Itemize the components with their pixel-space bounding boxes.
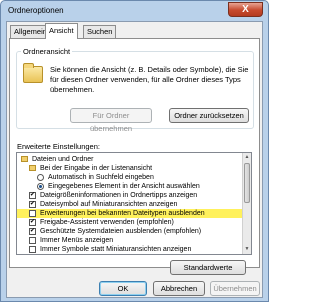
scroll-up-icon[interactable]: ▲: [243, 153, 251, 162]
window-title: Ordneroptionen: [8, 6, 64, 15]
reset-folders-button[interactable]: Ordner zurücksetzen: [169, 108, 249, 123]
checkbox[interactable]: ✔: [29, 228, 36, 235]
tab-panel-ansicht: Ordneransicht Sie können die Ansicht (z.…: [9, 38, 260, 275]
tree-item[interactable]: Automatisch in Suchfeld eingeben: [17, 173, 244, 182]
tree-item[interactable]: Eingegebenes Element in der Ansicht ausw…: [17, 182, 244, 191]
checkbox[interactable]: ✔: [29, 219, 36, 226]
tree-item[interactable]: ✔ Dateigrößeninformationen in Ordnertipps…: [17, 191, 244, 200]
tree-item-label: Automatisch in Suchfeld eingeben: [48, 174, 154, 181]
tree-item: Bei der Eingabe in der Listenansicht: [17, 164, 244, 173]
vertical-scrollbar[interactable]: ▲ ▼: [242, 153, 251, 254]
apply-button[interactable]: Übernehmen: [210, 281, 260, 296]
cancel-button[interactable]: Abbrechen: [153, 281, 205, 296]
tree-item[interactable]: Immer Menüs anzeigen: [17, 236, 244, 245]
folder-icon: [21, 156, 28, 162]
radio-button[interactable]: [37, 174, 44, 181]
checkbox[interactable]: [29, 210, 36, 217]
tree-item-label: Dateigrößeninformationen in Ordnertipps …: [40, 192, 198, 199]
tree-item[interactable]: ✔ Geschützte Systemdateien ausblenden (em…: [17, 227, 244, 236]
folder-view-group-title: Ordneransicht: [23, 47, 71, 56]
folder-icon: [23, 63, 43, 83]
tree-item-label: Freigabe-Assistent verwenden (empfohlen): [40, 219, 174, 226]
tree-item[interactable]: ✔ Dateisymbol auf Miniaturansichten anzei…: [17, 200, 244, 209]
tree-item[interactable]: Kontrollkästchen zur Auswahl von Element…: [17, 254, 244, 255]
radio-button[interactable]: [37, 183, 44, 190]
tree-item-label: Immer Symbole statt Miniaturansichten an…: [40, 246, 192, 253]
advanced-settings-label: Erweiterte Einstellungen:: [17, 142, 100, 151]
dialog-client-area: Allgemein Ansicht Suchen Ordneransicht S…: [6, 21, 263, 298]
tree-item-label: Eingegebenes Element in der Ansicht ausw…: [48, 183, 200, 190]
dialog-window: Ordneroptionen X Allgemein Ansicht Suche…: [0, 0, 269, 302]
folder-icon: [29, 165, 36, 171]
tree-item-label: Dateisymbol auf Miniaturansichten anzeig…: [40, 201, 178, 208]
tree-item-label: Geschützte Systemdateien ausblenden (emp…: [40, 228, 202, 235]
tab-ansicht[interactable]: Ansicht: [45, 23, 78, 39]
tab-suchen[interactable]: Suchen: [83, 25, 117, 38]
tree-item[interactable]: Immer Symbole statt Miniaturansichten an…: [17, 245, 244, 254]
checkbox[interactable]: [29, 237, 36, 244]
advanced-settings-tree[interactable]: Dateien und Ordner Bei der Eingabe in der…: [16, 152, 252, 255]
tree-item-label: Dateien und Ordner: [32, 156, 94, 163]
tree-item-label: Bei der Eingabe in der Listenansicht: [40, 165, 153, 172]
apply-to-folders-button[interactable]: Für Ordner übernehmen: [70, 108, 152, 133]
checkbox[interactable]: ✔: [29, 201, 36, 208]
folder-view-group: Ordneransicht Sie können die Ansicht (z.…: [16, 47, 254, 133]
tree-item-label: Erweiterungen bei bekannten Dateitypen a…: [40, 210, 205, 217]
tree-item-label: Kontrollkästchen zur Auswahl von Element…: [40, 254, 216, 255]
tree-item: Dateien und Ordner: [17, 155, 244, 164]
tree-item[interactable]: ✔ Freigabe-Assistent verwenden (empfohlen…: [17, 218, 244, 227]
tree-item[interactable]: Erweiterungen bei bekannten Dateitypen a…: [17, 209, 244, 218]
close-button[interactable]: X: [228, 2, 263, 17]
scroll-down-icon[interactable]: ▼: [243, 245, 251, 254]
checkbox[interactable]: ✔: [29, 192, 36, 199]
tree-item-label: Immer Menüs anzeigen: [40, 237, 114, 244]
folder-view-description: Sie können die Ansicht (z. B. Details od…: [50, 65, 249, 94]
scroll-thumb[interactable]: [244, 163, 250, 203]
restore-defaults-button[interactable]: Standardwerte: [170, 260, 246, 275]
checkbox[interactable]: [29, 246, 36, 253]
title-bar[interactable]: Ordneroptionen X: [1, 1, 268, 20]
ok-button[interactable]: OK: [99, 281, 147, 296]
